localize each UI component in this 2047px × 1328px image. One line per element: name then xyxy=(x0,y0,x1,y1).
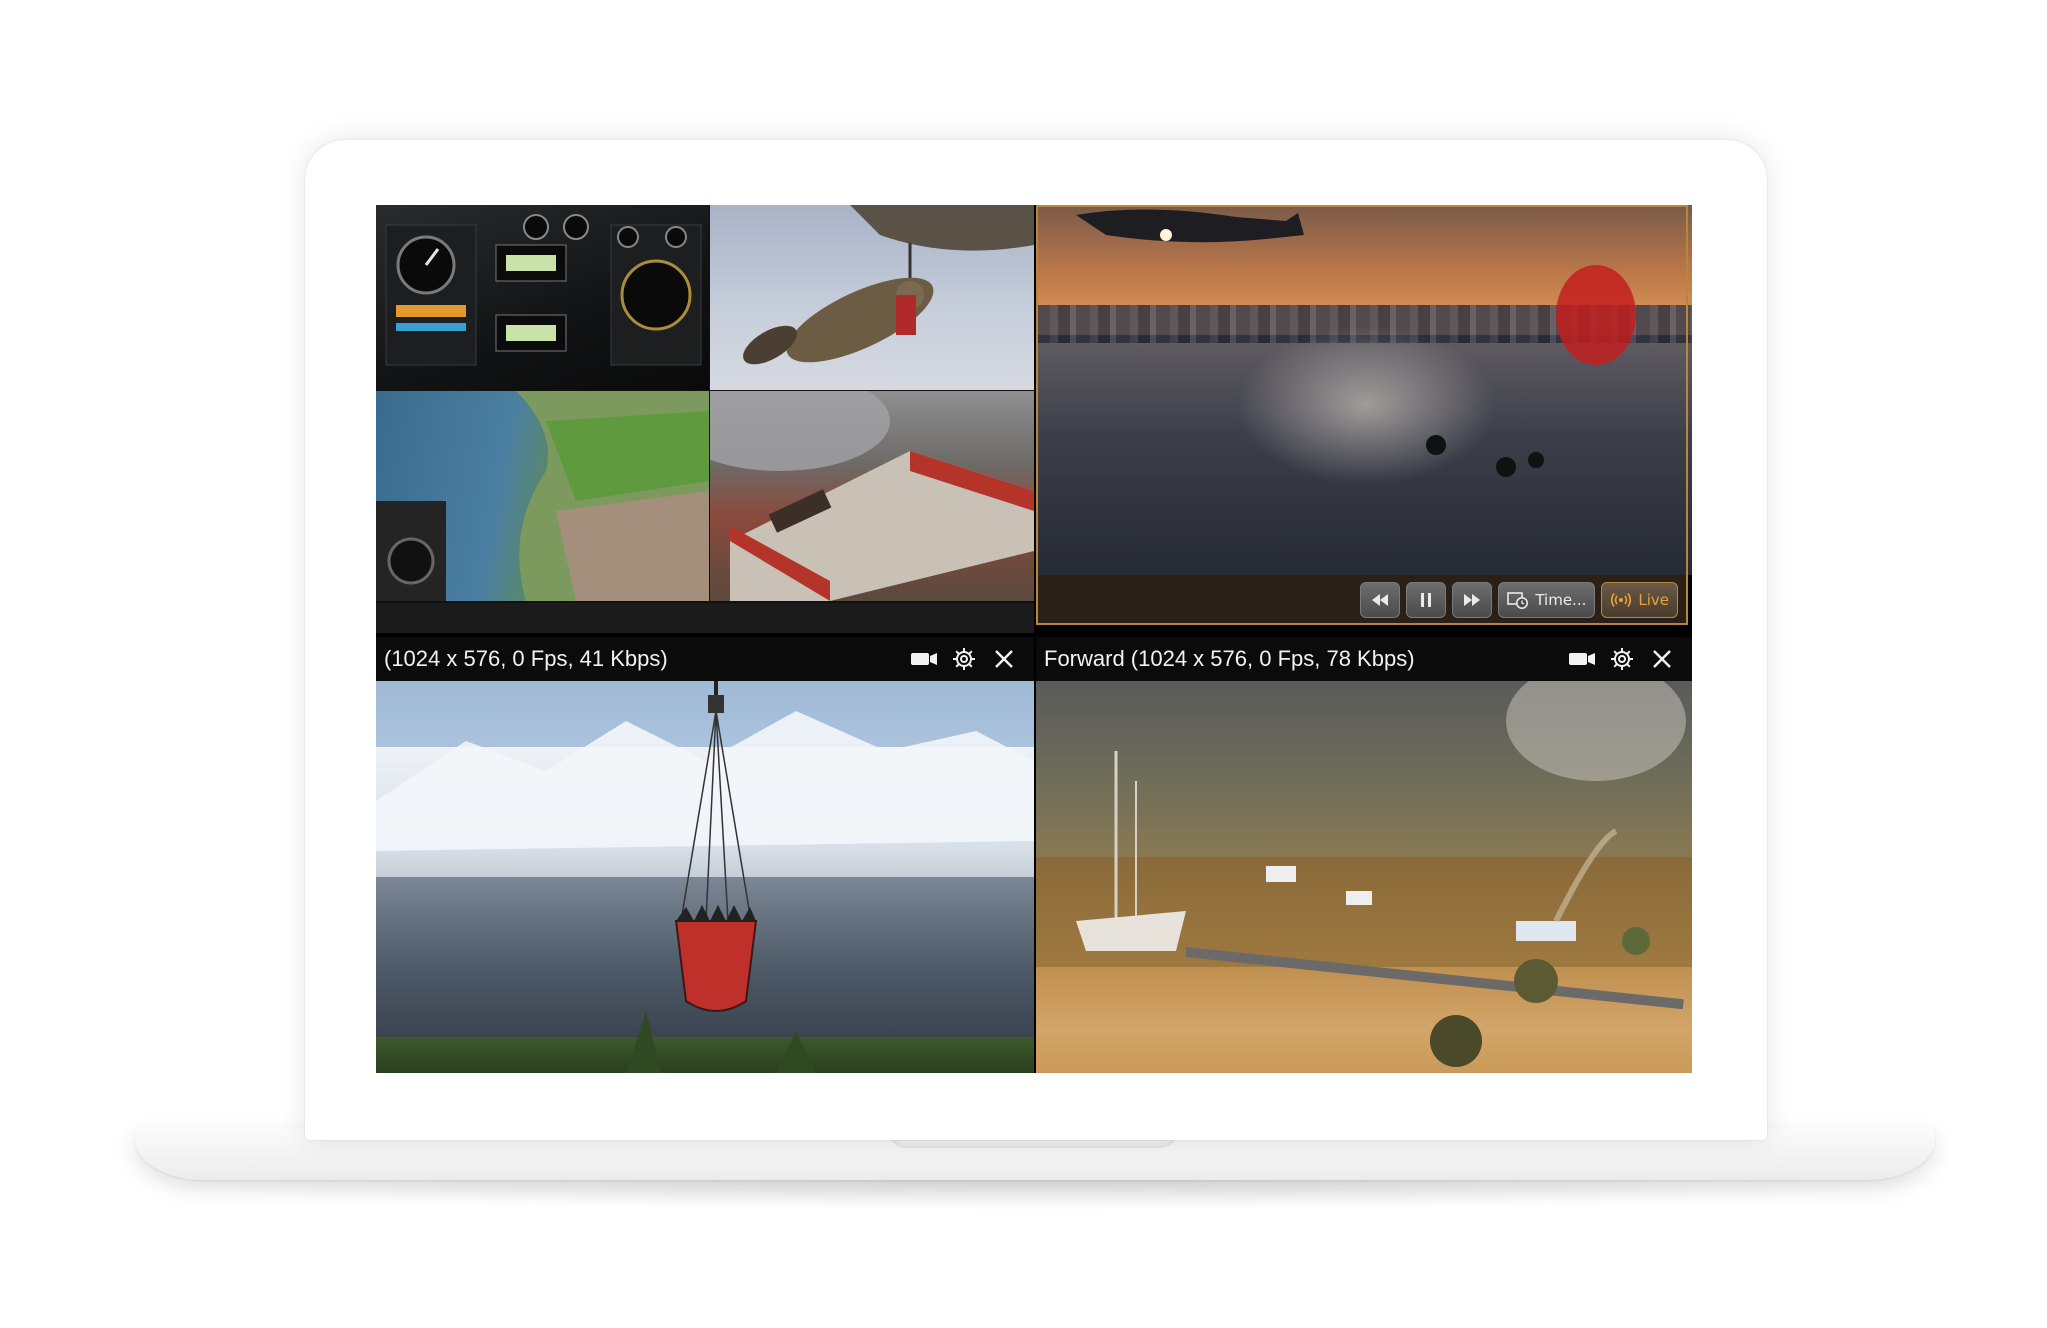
stream-info: (1024 x 576, 0 Fps, 41 Kbps) xyxy=(384,646,668,671)
multi-view-footer xyxy=(376,603,1034,633)
settings-button[interactable] xyxy=(944,637,984,681)
helicopter-illustration xyxy=(1076,209,1636,477)
fire-building-feed[interactable] xyxy=(710,391,1034,601)
cockpit-feed[interactable] xyxy=(376,205,709,390)
pause-icon xyxy=(1421,593,1432,607)
sea-rescue-pane[interactable]: Time... Live xyxy=(1036,205,1692,633)
rappel-illustration xyxy=(743,205,1034,365)
settings-icon xyxy=(1611,648,1633,670)
live-label: Live xyxy=(1638,591,1669,609)
camera-icon xyxy=(911,653,937,665)
close-button[interactable] xyxy=(1642,637,1682,681)
timeline-icon xyxy=(1507,592,1529,609)
video-wall: Time... Live (1024 x 576, 0 Fps, 41 Kbps… xyxy=(376,205,1692,1073)
fast-forward-icon xyxy=(1464,594,1481,606)
fast-forward-button[interactable] xyxy=(1452,582,1493,618)
live-button[interactable]: Live xyxy=(1601,582,1678,618)
timeline-label: Time... xyxy=(1535,591,1587,609)
water-bucket-illustration xyxy=(376,681,1034,1073)
camera-button[interactable] xyxy=(1562,637,1602,681)
settings-button[interactable] xyxy=(1602,637,1642,681)
pause-button[interactable] xyxy=(1406,582,1447,618)
pane-titlebar: Forward (1024 x 576, 0 Fps, 78 Kbps) xyxy=(1036,637,1692,681)
rappel-feed[interactable] xyxy=(710,205,1034,390)
rewind-button[interactable] xyxy=(1360,582,1401,618)
playback-controls: Time... Live xyxy=(1360,582,1678,620)
stream-info: Forward (1024 x 576, 0 Fps, 78 Kbps) xyxy=(1044,646,1415,671)
close-button[interactable] xyxy=(984,637,1024,681)
camera-button[interactable] xyxy=(904,637,944,681)
pane-titlebar: (1024 x 576, 0 Fps, 41 Kbps) xyxy=(376,637,1034,681)
close-icon xyxy=(995,650,1013,668)
lake-illustration xyxy=(376,391,709,601)
camera-icon xyxy=(1569,653,1595,665)
mountain-bucket-pane[interactable]: (1024 x 576, 0 Fps, 41 Kbps) xyxy=(376,637,1034,1073)
cockpit-illustration xyxy=(385,214,702,366)
lake-feed[interactable] xyxy=(376,391,709,601)
live-broadcast-icon xyxy=(1611,593,1632,607)
multi-view-pane[interactable] xyxy=(376,205,1034,633)
forward-pane[interactable]: Forward (1024 x 576, 0 Fps, 78 Kbps) xyxy=(1036,637,1692,1073)
forward-illustration xyxy=(1076,681,1686,1067)
timeline-button[interactable]: Time... xyxy=(1498,582,1596,618)
rewind-icon xyxy=(1372,594,1389,606)
settings-icon xyxy=(953,648,975,670)
close-icon xyxy=(1653,650,1671,668)
fire-building-illustration xyxy=(710,391,1034,601)
